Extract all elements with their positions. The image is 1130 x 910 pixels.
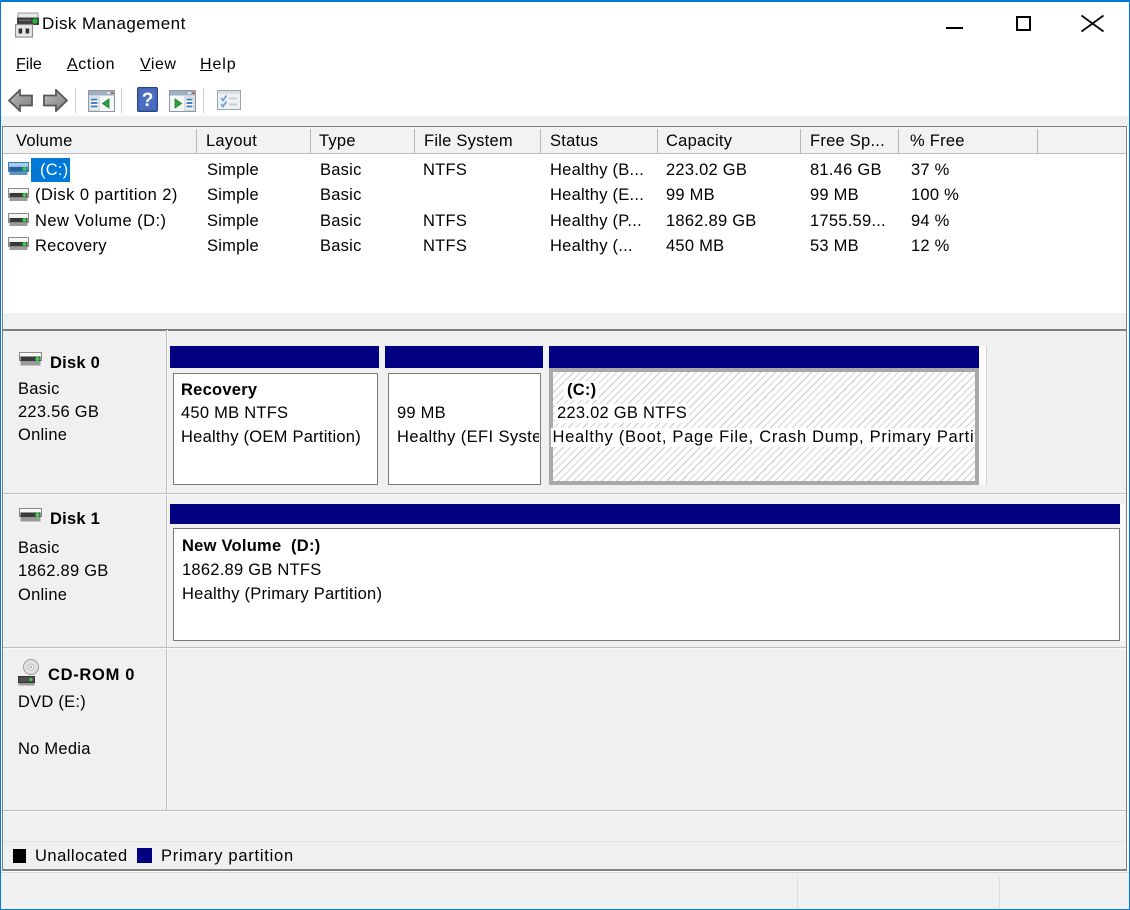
svg-text:?: ? <box>142 90 154 111</box>
